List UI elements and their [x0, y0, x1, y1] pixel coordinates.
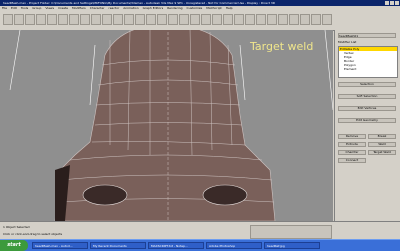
- minimize-button[interactable]: [385, 1, 389, 5]
- taskbar-item[interactable]: MAXSCRIPT.txt - Notep...: [148, 242, 204, 249]
- toolbar-button[interactable]: [212, 14, 222, 25]
- wire-line: [9, 30, 21, 91]
- taskbar-item[interactable]: My Recent Documents: [90, 242, 146, 249]
- object-name: headMesh01: [339, 34, 359, 38]
- toolbar-button[interactable]: [300, 14, 310, 25]
- toolbar-button[interactable]: [113, 14, 123, 25]
- rollout-header[interactable]: Edit Geometry: [338, 118, 396, 123]
- modifier-stack[interactable]: Editable Poly Vertex Edge Border Polygon Elem…: [338, 46, 398, 78]
- toolbar-button[interactable]: [47, 14, 57, 25]
- rollout-header[interactable]: Edit Vertices: [338, 106, 396, 111]
- taskbar-item[interactable]: headRef.jpg: [264, 242, 320, 249]
- edit-button[interactable]: Weld: [368, 142, 396, 147]
- toolbar-button[interactable]: [256, 14, 266, 25]
- maximize-button[interactable]: [390, 1, 394, 5]
- selection-status: 1 Object Selected: [3, 225, 30, 229]
- taskbar-item[interactable]: Adobe Photoshop: [206, 242, 262, 249]
- toolbar-button[interactable]: [322, 14, 332, 25]
- toolbar-button[interactable]: [25, 14, 35, 25]
- animation-controls[interactable]: [250, 225, 332, 239]
- toolbar-button[interactable]: [311, 14, 321, 25]
- edit-button[interactable]: Extrude: [338, 142, 366, 147]
- wire-line: [239, 44, 246, 101]
- edit-button[interactable]: Chamfer: [338, 150, 366, 155]
- taskbar-item[interactable]: headMesh.max - Autod...: [32, 242, 88, 249]
- toolbar-button[interactable]: [201, 14, 211, 25]
- perspective-viewport[interactable]: Target weld: [0, 30, 333, 221]
- toolbar-button[interactable]: [190, 14, 200, 25]
- edit-button[interactable]: Connect: [338, 158, 366, 163]
- status-bar: 1 Object Selected Click or click-and-dra…: [0, 221, 400, 240]
- left-eye-socket: [82, 184, 128, 206]
- viewport-annotation: Target weld: [250, 40, 314, 53]
- object-name-field[interactable]: headMesh01: [338, 33, 396, 38]
- right-eye-socket: [202, 184, 248, 206]
- toolbar-button[interactable]: [102, 14, 112, 25]
- toolbar-button[interactable]: [234, 14, 244, 25]
- toolbar-button[interactable]: [69, 14, 79, 25]
- toolbar-button[interactable]: [146, 14, 156, 25]
- toolbar-button[interactable]: [36, 14, 46, 25]
- edit-button[interactable]: Target Weld: [368, 150, 396, 155]
- modifier-list-dropdown[interactable]: Modifier List: [338, 40, 356, 44]
- toolbar-button[interactable]: [124, 14, 134, 25]
- toolbar-button[interactable]: [58, 14, 68, 25]
- toolbar-button[interactable]: [223, 14, 233, 25]
- toolbar-button[interactable]: [157, 14, 167, 25]
- toolbar-button[interactable]: [91, 14, 101, 25]
- wire-line: [324, 30, 333, 111]
- toolbar-button[interactable]: [278, 14, 288, 25]
- modifier-list-label: Modifier List: [338, 40, 357, 44]
- windows-taskbar: start headMesh.max - Autod... My Recent D…: [0, 239, 400, 251]
- prompt-line: Click or click-and-drag to select object…: [3, 232, 63, 236]
- edit-button[interactable]: Break: [368, 134, 396, 139]
- modifier-stack-item[interactable]: Element: [339, 67, 397, 71]
- toolbar-button[interactable]: [135, 14, 145, 25]
- toolbar-button[interactable]: [245, 14, 255, 25]
- command-panel: headMesh01 Modifier List Editable Poly Ve…: [334, 30, 400, 221]
- edit-button[interactable]: Remove: [338, 134, 366, 139]
- rollout-header[interactable]: Selection: [338, 82, 396, 87]
- toolbar-button[interactable]: [168, 14, 178, 25]
- toolbar-button[interactable]: [80, 14, 90, 25]
- toolbar-button[interactable]: [289, 14, 299, 25]
- toolbar-button[interactable]: [3, 14, 13, 25]
- main-toolbar: [0, 11, 400, 31]
- close-button[interactable]: [395, 1, 399, 5]
- toolbar-button[interactable]: [14, 14, 24, 25]
- start-button[interactable]: start: [0, 240, 28, 251]
- rollout-header[interactable]: Soft Selection: [338, 94, 396, 99]
- wire-line: [89, 44, 96, 106]
- toolbar-button[interactable]: [179, 14, 189, 25]
- toolbar-button[interactable]: [267, 14, 277, 25]
- viewport-canvas[interactable]: [0, 30, 333, 221]
